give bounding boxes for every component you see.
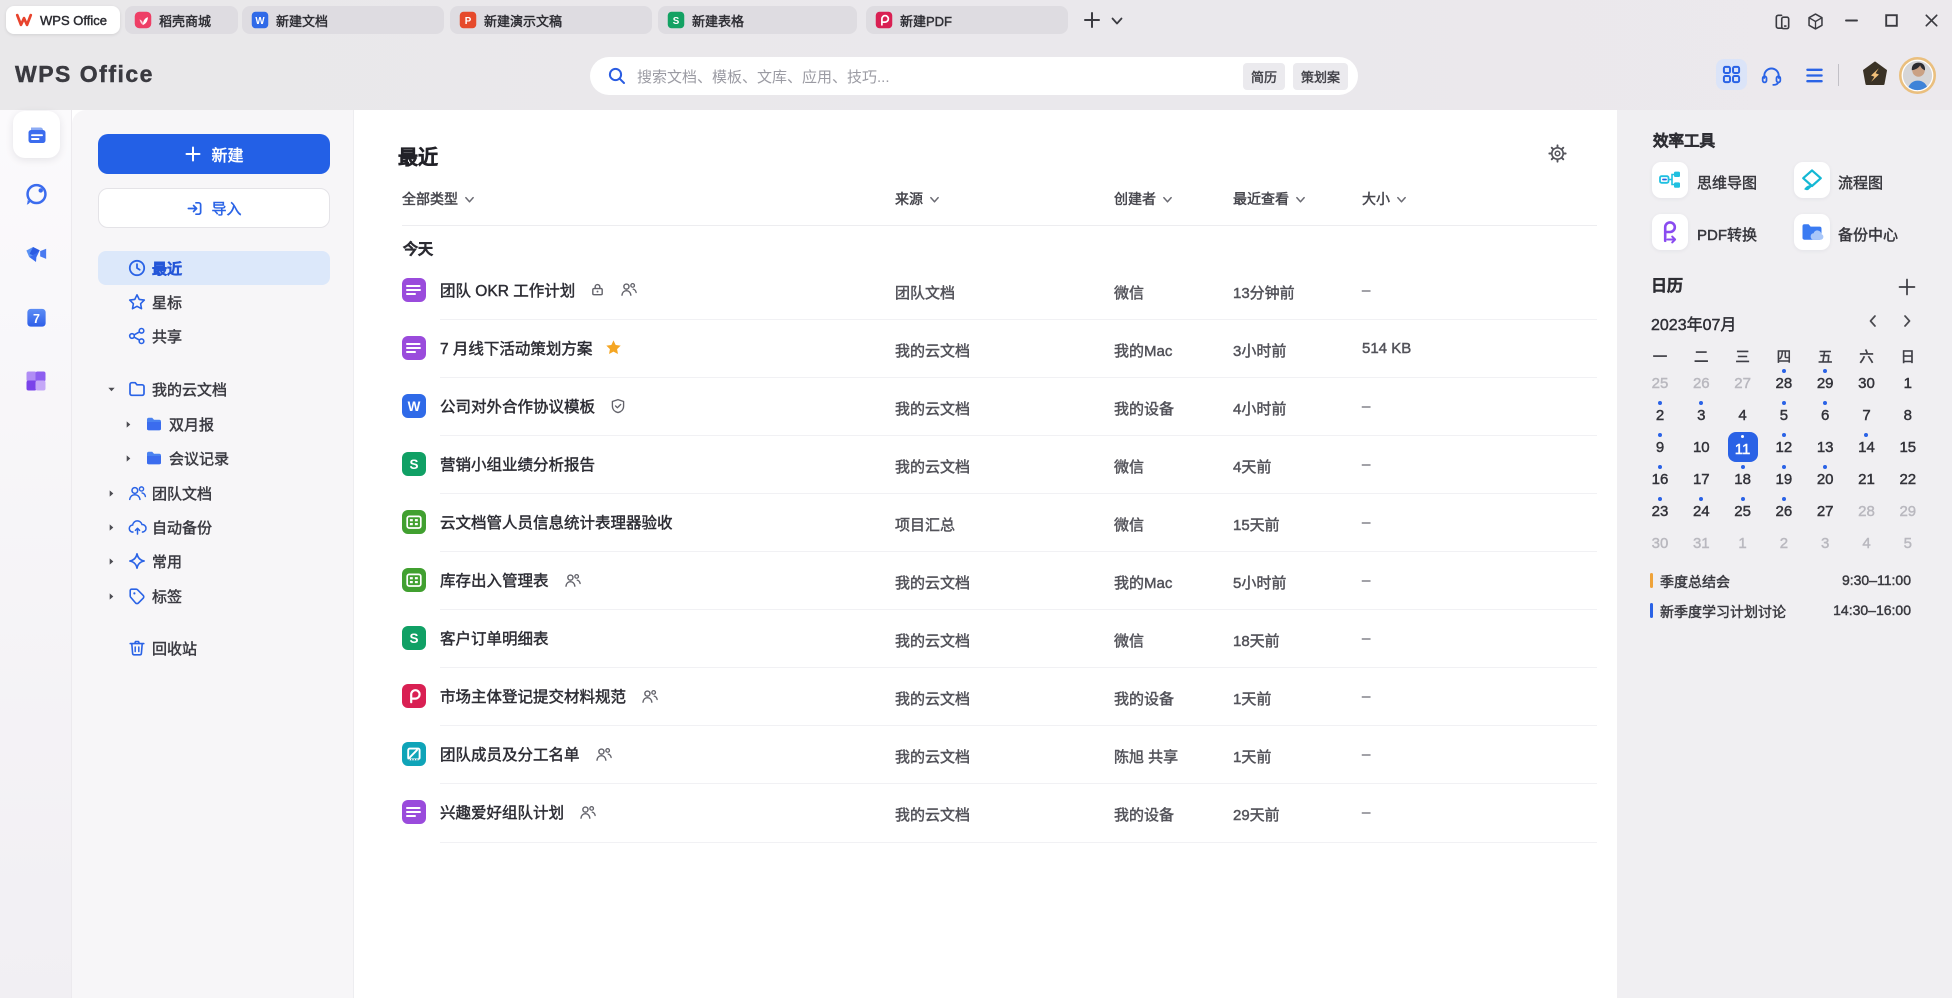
svg-text:S: S [409, 457, 418, 472]
svg-text:7: 7 [33, 312, 40, 326]
svg-text:S: S [409, 631, 418, 646]
svg-text:S: S [673, 16, 680, 27]
svg-text:W: W [255, 16, 265, 27]
svg-text:W: W [408, 399, 421, 414]
svg-text:P: P [465, 16, 472, 27]
